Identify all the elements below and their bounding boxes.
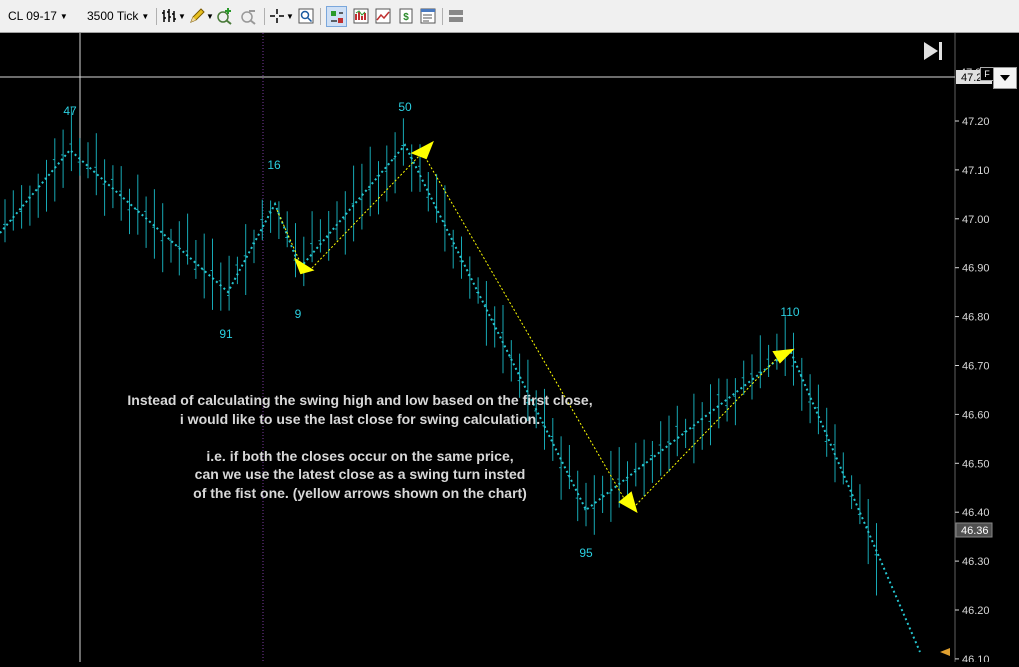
toolbar-divider xyxy=(156,8,157,25)
panel-dropdown[interactable] xyxy=(993,67,1017,89)
zoom-in-icon[interactable] xyxy=(216,7,234,25)
price-tick-label: 46.40 xyxy=(962,507,990,519)
price-chart[interactable]: 47 16 91 9 50 95 110 Instead of calculat… xyxy=(0,33,1019,666)
chart-toolbar: CL 09-17 ▼ 3500 Tick ▼ ▼ ▼ ▼ $ xyxy=(0,0,1019,33)
annotation-line-5: can we use the latest close as a swing t… xyxy=(195,466,526,482)
chevron-down-icon xyxy=(1000,75,1010,81)
toolbar-divider xyxy=(264,8,265,25)
price-tick-label: 46.50 xyxy=(962,458,990,470)
price-tick-label: 47.10 xyxy=(962,165,990,177)
price-tick-label: 46.80 xyxy=(962,312,990,324)
swing-label: 95 xyxy=(579,546,593,560)
chevron-down-icon[interactable]: ▼ xyxy=(206,5,214,27)
chart-background xyxy=(0,33,1019,662)
properties-icon[interactable] xyxy=(419,7,437,25)
f-button[interactable]: F xyxy=(980,67,994,81)
instrument-label: CL 09-17 xyxy=(8,9,57,23)
zoom-out-icon[interactable] xyxy=(240,7,258,25)
price-tick-label: 46.90 xyxy=(962,263,990,275)
price-tick-label: 46.10 xyxy=(962,654,990,662)
price-tick-label: 47.20 xyxy=(962,116,990,128)
swing-label: 16 xyxy=(267,158,281,172)
price-tick-label: 46.70 xyxy=(962,361,990,373)
price-tick-label: 46.30 xyxy=(962,556,990,568)
chart-trader-icon[interactable] xyxy=(326,6,347,27)
chevron-down-icon[interactable]: ▼ xyxy=(286,5,294,27)
toolbar-divider xyxy=(320,8,321,25)
panels-icon[interactable] xyxy=(447,7,465,25)
swing-label: 110 xyxy=(780,305,799,319)
annotation-line-4: i.e. if both the closes occur on the sam… xyxy=(206,448,513,464)
instrument-selector[interactable]: CL 09-17 ▼ xyxy=(8,5,68,27)
swing-label: 91 xyxy=(219,327,233,341)
chevron-down-icon: ▼ xyxy=(141,11,150,21)
swing-label: 47 xyxy=(63,104,77,118)
bar-style-icon[interactable] xyxy=(160,7,178,25)
last-price-badge: 46.36 xyxy=(955,522,993,538)
chevron-down-icon[interactable]: ▼ xyxy=(178,5,186,27)
data-box-icon[interactable] xyxy=(297,7,315,25)
crosshair-icon[interactable] xyxy=(268,7,286,25)
chart-panel[interactable]: 47 16 91 9 50 95 110 Instead of calculat… xyxy=(0,33,1019,666)
last-price: 46.36 xyxy=(961,525,989,537)
bar-type-selector[interactable]: 3500 Tick ▼ xyxy=(87,5,149,27)
chevron-down-icon: ▼ xyxy=(59,11,68,21)
annotation-line-2: i would like to use the last close for s… xyxy=(180,411,540,427)
annotation-line-1: Instead of calculating the swing high an… xyxy=(127,392,592,408)
strategies-icon[interactable] xyxy=(374,7,392,25)
indicators-icon[interactable] xyxy=(352,7,370,25)
price-tick-label: 46.60 xyxy=(962,409,990,421)
annotation-line-6: of the fist one. (yellow arrows shown on… xyxy=(193,485,527,501)
swing-label: 9 xyxy=(295,307,302,321)
dollar-icon[interactable]: $ xyxy=(397,7,415,25)
svg-text:$: $ xyxy=(403,12,409,23)
bar-type-label: 3500 Tick xyxy=(87,9,139,23)
toolbar-divider xyxy=(442,8,443,25)
price-tick-label: 46.20 xyxy=(962,605,990,617)
price-tick-label: 47.00 xyxy=(962,214,990,226)
pencil-icon[interactable] xyxy=(188,7,206,25)
swing-label: 50 xyxy=(398,100,412,114)
